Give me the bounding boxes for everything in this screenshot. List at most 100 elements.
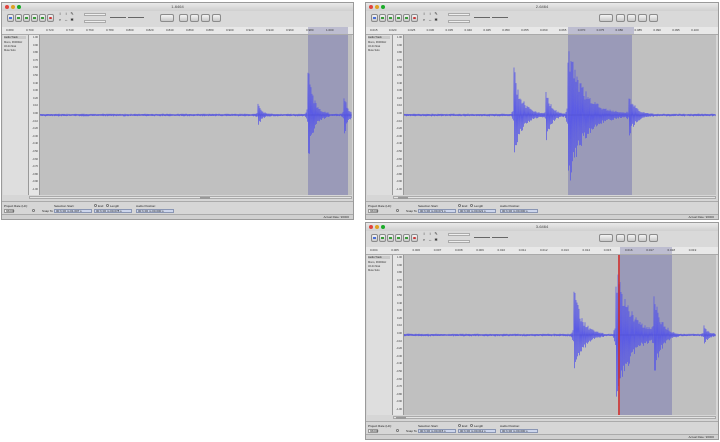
record-meter[interactable] (84, 20, 106, 23)
fit-project-button[interactable] (212, 14, 221, 22)
zoom-out-button[interactable] (627, 234, 636, 242)
skip-start-button[interactable] (31, 14, 38, 22)
waveform-display[interactable] (40, 35, 352, 195)
timeshift-tool-icon[interactable]: ↔ (64, 18, 68, 22)
multi-tool-icon[interactable]: ✱ (434, 18, 438, 22)
zoom-in-button[interactable] (616, 234, 625, 242)
audio-position-field[interactable]: 00 h 00 m 00.000 s (136, 209, 174, 213)
playback-meter[interactable] (448, 13, 470, 16)
draw-tool-icon[interactable]: ✎ (434, 12, 438, 16)
volume-slider[interactable] (110, 17, 126, 18)
audio-position-field[interactable]: 00 h 00 m 00.000 s (500, 209, 538, 213)
track-control-panel[interactable]: Audio Track Mono, 96000Hz 32-bit float M… (367, 255, 393, 415)
track-name-button[interactable]: Audio Track (368, 36, 390, 39)
skip-start-button[interactable] (395, 234, 402, 242)
timeshift-tool-icon[interactable]: ↔ (428, 18, 432, 22)
play-button[interactable] (15, 14, 22, 22)
record-meter[interactable] (448, 20, 470, 23)
play-button[interactable] (379, 14, 386, 22)
mute-solo-buttons[interactable]: Mute Solo (4, 49, 16, 52)
scrollbar-thumb[interactable] (398, 197, 408, 199)
selection-start-field[interactable]: 00 h 00 m 01.007 s (54, 209, 92, 213)
selection-start-field[interactable]: 00 h 00 m 00.015 s (418, 429, 456, 433)
timeline-ruler[interactable]: 0.015 0.020 0.025 0.030 0.035 0.040 0.045 0.050… (366, 27, 718, 35)
timeshift-tool-icon[interactable]: ↔ (428, 238, 432, 242)
project-rate-select[interactable]: 96000 (368, 429, 378, 433)
play-button[interactable] (379, 234, 386, 242)
audio-position-field[interactable]: 00 h 00 m 00.000 s (500, 429, 538, 433)
stop-button[interactable] (23, 14, 30, 22)
zoom-tool-icon[interactable]: ⌕ (422, 238, 426, 242)
timeline-ruler[interactable]: 0.004 0.005 0.006 0.007 0.008 0.009 0.010 0.011… (366, 247, 718, 255)
device-select[interactable] (160, 14, 174, 22)
record-meter[interactable] (448, 240, 470, 243)
track-control-panel[interactable]: Audio Track Mono, 96000Hz 32-bit float M… (3, 35, 29, 195)
multi-tool-icon[interactable]: ✱ (70, 18, 74, 22)
envelope-tool-icon[interactable]: ↕ (428, 232, 432, 236)
scrollbar-thumb[interactable] (396, 417, 406, 419)
volume-slider[interactable] (474, 17, 490, 18)
end-radio[interactable] (458, 424, 461, 427)
skip-end-button[interactable] (403, 14, 410, 22)
draw-tool-icon[interactable]: ✎ (70, 12, 74, 16)
selection-start-field[interactable]: 00 h 00 m 00.071 s (418, 209, 456, 213)
draw-tool-icon[interactable]: ✎ (434, 232, 438, 236)
selection-length-field[interactable]: 00 h 00 m 00.021 s (458, 209, 496, 213)
pause-button[interactable] (371, 234, 378, 242)
pause-button[interactable] (7, 14, 14, 22)
horizontal-scrollbar[interactable] (393, 416, 716, 419)
project-rate-select[interactable]: 96000 (4, 209, 14, 213)
fit-selection-button[interactable] (638, 234, 647, 242)
snap-to-checkbox[interactable] (396, 209, 399, 212)
mute-solo-buttons[interactable]: Mute Solo (368, 269, 380, 272)
gain-slider[interactable] (492, 17, 508, 18)
record-button[interactable] (47, 14, 54, 22)
volume-slider[interactable] (474, 237, 490, 238)
stop-button[interactable] (387, 14, 394, 22)
mute-solo-buttons[interactable]: Mute Solo (368, 49, 380, 52)
fit-project-button[interactable] (649, 14, 658, 22)
selection-length-field[interactable]: 00 h 00 m 00.078 s (94, 209, 132, 213)
horizontal-scrollbar[interactable] (393, 196, 716, 199)
zoom-out-button[interactable] (190, 14, 199, 22)
cursor-tool-icon[interactable]: I (422, 12, 426, 16)
waveform-display[interactable] (404, 255, 716, 415)
skip-end-button[interactable] (39, 14, 46, 22)
device-select[interactable] (599, 14, 613, 22)
multi-tool-icon[interactable]: ✱ (434, 238, 438, 242)
cursor-tool-icon[interactable]: I (58, 12, 62, 16)
project-rate-select[interactable]: 96000 (368, 209, 378, 213)
horizontal-scrollbar[interactable] (29, 196, 352, 199)
fit-selection-button[interactable] (201, 14, 210, 22)
snap-to-checkbox[interactable] (396, 429, 399, 432)
gain-slider[interactable] (128, 17, 144, 18)
gain-slider[interactable] (492, 237, 508, 238)
selection-length-field[interactable]: 00 h 00 m 00.012 s (458, 429, 496, 433)
envelope-tool-icon[interactable]: ↕ (428, 12, 432, 16)
track-control-panel[interactable]: Audio Track Mono, 96000Hz 32-bit float M… (367, 35, 393, 195)
record-button[interactable] (411, 234, 418, 242)
pause-button[interactable] (371, 14, 378, 22)
device-select[interactable] (599, 234, 613, 242)
skip-end-button[interactable] (403, 234, 410, 242)
cursor-tool-icon[interactable]: I (422, 232, 426, 236)
zoom-in-button[interactable] (179, 14, 188, 22)
snap-to-checkbox[interactable] (32, 209, 35, 212)
fit-selection-button[interactable] (638, 14, 647, 22)
waveform-display[interactable] (404, 35, 716, 195)
end-radio[interactable] (458, 204, 461, 207)
end-radio[interactable] (94, 204, 97, 207)
track-name-button[interactable]: Audio Track (368, 256, 390, 259)
zoom-tool-icon[interactable]: ⌕ (422, 18, 426, 22)
length-radio[interactable] (106, 204, 109, 207)
playhead-cursor[interactable] (618, 255, 620, 415)
skip-start-button[interactable] (395, 14, 402, 22)
playback-meter[interactable] (84, 13, 106, 16)
record-button[interactable] (411, 14, 418, 22)
track-name-button[interactable]: Audio Track (4, 36, 26, 39)
length-radio[interactable] (470, 424, 473, 427)
envelope-tool-icon[interactable]: ↕ (64, 12, 68, 16)
timeline-ruler[interactable]: 0.680 0.700 0.720 0.740 0.760 0.780 0.800 0.820… (2, 27, 353, 35)
zoom-out-button[interactable] (627, 14, 636, 22)
scrollbar-thumb[interactable] (200, 197, 210, 199)
